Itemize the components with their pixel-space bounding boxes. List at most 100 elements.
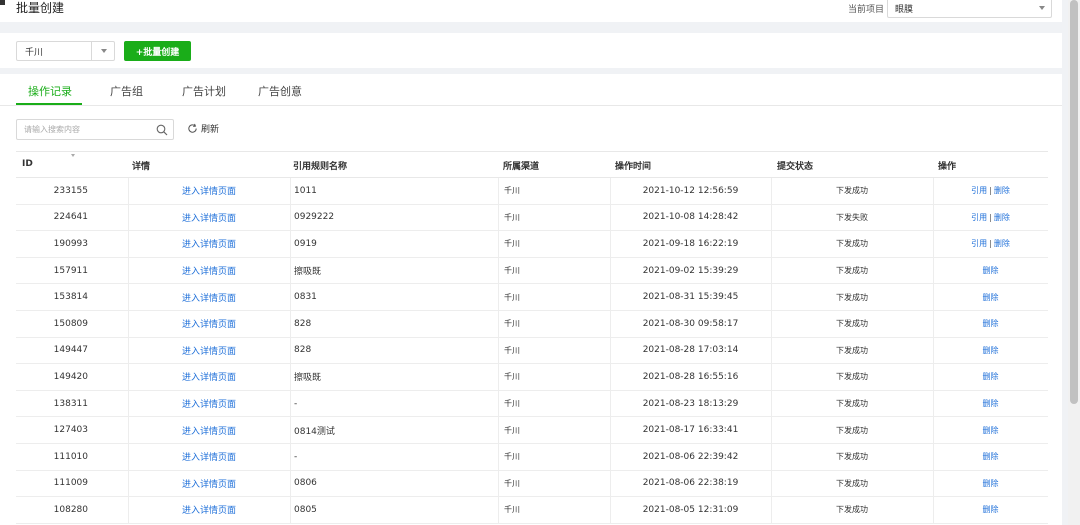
cell-submit-status: 下发成功 [836, 505, 868, 515]
cell-channel: 千川 [504, 292, 520, 302]
delete-action-link[interactable]: 删除 [983, 318, 999, 329]
detail-link[interactable]: 进入详情页面 [128, 417, 290, 443]
delete-action-link[interactable]: 删除 [983, 292, 999, 303]
cell-rule-name: 0805 [294, 504, 317, 515]
cell-operation-time: 2021-08-06 22:39:42 [642, 451, 739, 462]
cell-rule-name: 1011 [294, 185, 317, 196]
delete-action-link[interactable]: 删除 [994, 238, 1010, 249]
cell-id: 111010 [53, 451, 88, 462]
filter-bar: 千川 +批量创建 [0, 33, 1062, 68]
tab-ad-creative[interactable]: 广告创意 [258, 83, 302, 99]
detail-link[interactable]: 进入详情页面 [128, 471, 290, 497]
table-row: 157911 进入详情页面 擦吸既 千川 2021-09-02 15:39:29 下发成功… [16, 257, 1048, 285]
delete-action-link[interactable]: 删除 [983, 478, 999, 489]
cell-channel: 千川 [504, 186, 520, 196]
cell-submit-status: 下发成功 [836, 452, 868, 462]
cell-channel: 千川 [504, 345, 520, 355]
header-bar: 批量创建 当前项目 眼膜 [0, 0, 1062, 22]
delete-action-link[interactable]: 删除 [983, 265, 999, 276]
table-row: 190993 进入详情页面 0919 千川 2021-09-18 16:22:19 下发成… [16, 231, 1048, 258]
table-row: 153814 进入详情页面 0831 千川 2021-08-31 15:39:45 下发成… [16, 284, 1048, 311]
detail-link[interactable]: 进入详情页面 [128, 231, 290, 257]
caret-down-icon [1039, 6, 1045, 10]
cell-submit-status: 下发成功 [836, 372, 868, 382]
sort-caret-icon[interactable] [71, 154, 75, 157]
cell-id: 149420 [53, 371, 88, 382]
detail-link[interactable]: 进入详情页面 [128, 284, 290, 310]
cite-action-link[interactable]: 引用 [971, 212, 987, 223]
search-box [16, 119, 174, 140]
channel-select[interactable]: 千川 [16, 41, 115, 61]
cell-id: 149447 [53, 345, 88, 356]
cell-rule-name: 0831 [294, 292, 317, 303]
delete-action-link[interactable]: 删除 [994, 185, 1010, 196]
table-row: 149420 进入详情页面 擦吸既 千川 2021-08-28 16:55:16 下发成功… [16, 364, 1048, 391]
cell-actions: 删除 [933, 391, 1048, 417]
action-separator: | [989, 186, 992, 196]
table-row: 127403 进入详情页面 0814测试 千川 2021-08-17 16:33:41 下… [16, 417, 1048, 444]
cell-actions: 删除 [933, 364, 1048, 390]
select-divider [91, 42, 92, 60]
channel-select-value: 千川 [25, 48, 44, 58]
search-input[interactable] [17, 120, 152, 139]
cell-id: 127403 [53, 425, 88, 436]
cell-submit-status: 下发成功 [836, 186, 868, 196]
cell-channel: 千川 [504, 505, 520, 515]
cell-channel: 千川 [504, 478, 520, 488]
cell-rule-name: - [294, 398, 298, 409]
detail-link[interactable]: 进入详情页面 [128, 311, 290, 337]
delete-action-link[interactable]: 删除 [983, 371, 999, 382]
column-header-id[interactable]: ID [22, 159, 33, 169]
detail-link[interactable]: 进入详情页面 [128, 258, 290, 284]
cite-action-link[interactable]: 引用 [971, 238, 987, 249]
detail-link[interactable]: 进入详情页面 [128, 338, 290, 364]
cell-channel: 千川 [504, 452, 520, 462]
tab-ad-group[interactable]: 广告组 [110, 83, 143, 99]
detail-link[interactable]: 进入详情页面 [128, 391, 290, 417]
table-row: 111009 进入详情页面 0806 千川 2021-08-06 22:38:19 下发成… [16, 470, 1048, 498]
project-label: 当前项目 [848, 5, 885, 15]
detail-link[interactable]: 进入详情页面 [128, 444, 290, 470]
detail-link[interactable]: 进入详情页面 [128, 178, 290, 204]
delete-action-link[interactable]: 删除 [983, 451, 999, 462]
cell-submit-status: 下发成功 [836, 425, 868, 435]
delete-action-link[interactable]: 删除 [994, 212, 1010, 223]
detail-link[interactable]: 进入详情页面 [128, 497, 290, 523]
cell-id: 153814 [53, 292, 88, 303]
cell-rule-name: - [294, 451, 298, 462]
project-select[interactable]: 眼膜 [887, 0, 1052, 18]
delete-action-link[interactable]: 删除 [983, 398, 999, 409]
cite-action-link[interactable]: 引用 [971, 185, 987, 196]
scrollbar-thumb[interactable] [1070, 0, 1078, 404]
action-separator: | [989, 212, 992, 222]
column-header-detail: 详情 [132, 162, 151, 172]
table-header: ID 详情 引用规则名称 所属渠道 操作时间 提交状态 操作 [16, 152, 1048, 178]
main-panel: 操作记录 广告组 广告计划 广告创意 刷新 ID 详情 引用规则名称 所属渠道 … [0, 74, 1062, 525]
tab-ad-plan[interactable]: 广告计划 [182, 83, 226, 99]
cell-actions: 删除 [933, 471, 1048, 497]
cell-operation-time: 2021-08-05 12:31:09 [642, 504, 739, 515]
cell-actions: 删除 [933, 258, 1048, 284]
cell-operation-time: 2021-08-28 17:03:14 [642, 345, 739, 356]
cell-rule-name: 0814测试 [294, 426, 335, 437]
corner-mark [0, 0, 5, 5]
delete-action-link[interactable]: 删除 [983, 345, 999, 356]
detail-link[interactable]: 进入详情页面 [128, 364, 290, 390]
cell-actions: 引用 | 删除 [933, 205, 1048, 231]
column-header-actions: 操作 [938, 162, 957, 172]
delete-action-link[interactable]: 删除 [983, 425, 999, 436]
cell-channel: 千川 [504, 239, 520, 249]
search-icon[interactable] [156, 124, 168, 136]
batch-create-button[interactable]: +批量创建 [124, 41, 191, 61]
detail-link[interactable]: 进入详情页面 [128, 205, 290, 231]
cell-operation-time: 2021-08-06 22:38:19 [642, 478, 739, 489]
cell-actions: 删除 [933, 338, 1048, 364]
cell-id: 233155 [53, 185, 88, 196]
cell-submit-status: 下发成功 [836, 399, 868, 409]
refresh-label: 刷新 [201, 125, 220, 135]
cell-id: 111009 [53, 478, 88, 489]
cell-operation-time: 2021-10-12 12:56:59 [642, 185, 739, 196]
delete-action-link[interactable]: 删除 [983, 504, 999, 515]
tab-operation-records[interactable]: 操作记录 [28, 83, 72, 99]
active-tab-indicator [16, 103, 82, 105]
